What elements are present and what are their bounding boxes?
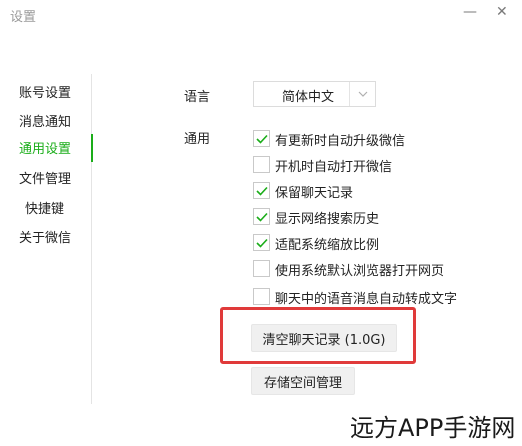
close-button[interactable]: ✕ — [496, 4, 508, 20]
sidebar-item-shortcuts[interactable]: 快捷键 — [0, 194, 92, 218]
sidebar-item-account[interactable]: 账号设置 — [0, 78, 92, 102]
sidebar-item-label: 文件管理 — [19, 172, 72, 187]
option-label: 有更新时自动升级微信 — [275, 134, 406, 149]
sidebar: 账号设置 消息通知 通用设置 文件管理 快捷键 关于微信 — [0, 74, 93, 404]
watermark-text: 远方APP手游网 — [350, 414, 516, 442]
sidebar-item-about[interactable]: 关于微信 — [0, 223, 92, 247]
checkbox-checked[interactable] — [253, 182, 270, 199]
checkbox-unchecked[interactable] — [253, 156, 270, 173]
check-icon — [256, 186, 268, 196]
checkbox-checked[interactable] — [253, 234, 270, 251]
checkbox-unchecked[interactable] — [253, 288, 270, 305]
option-label: 显示网络搜索历史 — [275, 212, 380, 227]
checkbox-checked[interactable] — [253, 130, 270, 147]
sidebar-item-label: 账号设置 — [19, 86, 72, 101]
sidebar-item-label: 通用设置 — [19, 142, 72, 157]
storage-management-button[interactable]: 存储空间管理 — [251, 367, 355, 395]
check-icon — [256, 238, 268, 248]
chevron-down-icon — [358, 91, 368, 97]
sidebar-item-label: 关于微信 — [19, 231, 72, 246]
option-label: 开机时自动打开微信 — [275, 160, 393, 175]
sidebar-item-label: 消息通知 — [19, 115, 72, 130]
window-title: 设置 — [10, 10, 37, 25]
sidebar-item-label: 快捷键 — [25, 202, 65, 217]
option-label: 适配系统缩放比例 — [275, 238, 380, 253]
checkbox-checked[interactable] — [253, 208, 270, 225]
language-label: 语言 — [184, 90, 211, 105]
option-label: 聊天中的语音消息自动转成文字 — [275, 292, 458, 307]
general-label: 通用 — [184, 132, 211, 147]
language-select-value: 简体中文 — [282, 90, 335, 105]
option-label: 使用系统默认浏览器打开网页 — [275, 264, 445, 279]
check-icon — [256, 212, 268, 222]
language-select[interactable]: 简体中文 — [253, 81, 376, 107]
clear-chat-history-button[interactable]: 清空聊天记录 (1.0G) — [251, 324, 397, 352]
check-icon — [256, 134, 268, 144]
select-arrow — [349, 82, 375, 106]
option-label: 保留聊天记录 — [275, 186, 354, 201]
sidebar-item-files[interactable]: 文件管理 — [0, 164, 92, 188]
sidebar-item-general[interactable]: 通用设置 — [0, 134, 93, 162]
minimize-button[interactable]: — — [463, 4, 477, 20]
checkbox-unchecked[interactable] — [253, 260, 270, 277]
sidebar-item-notifications[interactable]: 消息通知 — [0, 107, 92, 131]
